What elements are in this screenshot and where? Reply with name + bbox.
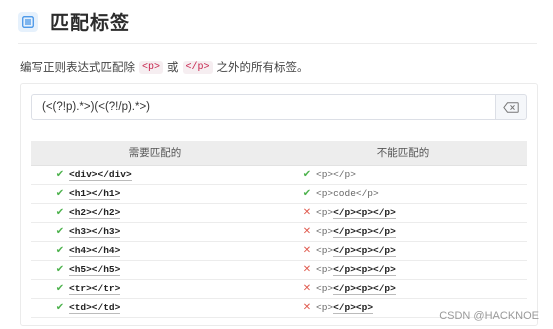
matched-text: </p><p> [333, 302, 374, 314]
matched-text: </p><p></p> [333, 207, 396, 219]
description-code-open-p: <p> [139, 60, 164, 74]
matched-text: </p><p></p> [333, 226, 396, 238]
regex-input[interactable] [31, 94, 495, 120]
check-icon: ✔ [302, 188, 312, 199]
table-row: ✔ <tr></tr> ✕ <p></p><p></p> [31, 279, 527, 299]
cross-icon: ✕ [302, 245, 312, 256]
should-not-match-cell: ✕ <p></p><p></p> [279, 203, 527, 223]
should-match-cell: ✔ <h4></h4> [31, 241, 279, 261]
matched-text: <td></td> [69, 302, 121, 314]
should-not-match-cell: ✕ <p></p><p></p> [279, 260, 527, 280]
should-match-cell: ✔ <h2></h2> [31, 203, 279, 223]
cross-icon: ✕ [302, 264, 312, 275]
unmatched-text: <p></p> [316, 169, 356, 180]
description-code-close-p: </p> [182, 60, 213, 74]
table-header-row: 需要匹配的 不能匹配的 [31, 141, 527, 166]
unmatched-text: <p>code</p> [316, 188, 379, 199]
check-icon: ✔ [55, 169, 65, 180]
should-not-match-cell: ✔ <p>code</p> [279, 184, 527, 204]
check-icon: ✔ [55, 188, 65, 199]
unmatched-prefix: <p> [316, 207, 334, 218]
should-match-cell: ✔ <h3></h3> [31, 222, 279, 242]
table-row: ✔ <h3></h3> ✕ <p></p><p></p> [31, 222, 527, 242]
unmatched-prefix: <p> [316, 302, 334, 313]
table-row: ✔ <h2></h2> ✕ <p></p><p></p> [31, 203, 527, 223]
matched-text: <div></div> [69, 169, 132, 181]
unmatched-prefix: <p> [316, 226, 334, 237]
matched-text: <h5></h5> [69, 264, 121, 276]
match-table: 需要匹配的 不能匹配的 ✔ <div></div> ✔ <p></p> ✔ <h1></h… [31, 141, 527, 318]
table-row: ✔ <h1></h1> ✔ <p>code</p> [31, 184, 527, 204]
check-icon: ✔ [55, 302, 65, 313]
cross-icon: ✕ [302, 207, 312, 218]
header-should-match: 需要匹配的 [31, 141, 279, 166]
description-suffix: 之外的所有标签。 [216, 62, 309, 74]
matched-text: </p><p></p> [333, 245, 396, 257]
should-not-match-cell: ✕ <p></p><p></p> [279, 222, 527, 242]
should-match-cell: ✔ <h1></h1> [31, 184, 279, 204]
should-not-match-cell: ✕ <p></p><p></p> [279, 241, 527, 261]
matched-text: <tr></tr> [69, 283, 121, 295]
regex-input-group [31, 94, 527, 120]
page-title: 匹配标签 [50, 13, 131, 34]
check-icon: ✔ [55, 226, 65, 237]
header-should-not-match: 不能匹配的 [279, 141, 527, 166]
unmatched-prefix: <p> [316, 283, 334, 294]
check-icon: ✔ [55, 207, 65, 218]
cross-icon: ✕ [302, 283, 312, 294]
matched-text: <h3></h3> [69, 226, 121, 238]
check-icon: ✔ [55, 245, 65, 256]
check-icon: ✔ [55, 283, 65, 294]
page-header: 匹配标签 [18, 8, 130, 35]
should-match-cell: ✔ <td></td> [31, 298, 279, 318]
matched-text: </p><p></p> [333, 264, 396, 276]
description-prefix: 编写正则表达式匹配除 [20, 62, 135, 74]
matched-text: </p><p></p> [333, 283, 396, 295]
should-match-cell: ✔ <div></div> [31, 165, 279, 185]
cross-icon: ✕ [302, 302, 312, 313]
table-row: ✔ <h4></h4> ✕ <p></p><p></p> [31, 241, 527, 261]
table-row: ✔ <h5></h5> ✕ <p></p><p></p> [31, 260, 527, 280]
backspace-clear-icon [503, 101, 519, 113]
matched-text: <h4></h4> [69, 245, 121, 257]
matched-text: <h2></h2> [69, 207, 121, 219]
task-description: 编写正则表达式匹配除 <p> 或 </p> 之外的所有标签。 [20, 59, 309, 75]
watermark: CSDN @HACKNOE [439, 310, 539, 322]
document-list-icon [18, 11, 38, 32]
cross-icon: ✕ [302, 226, 312, 237]
should-not-match-cell: ✔ <p></p> [279, 165, 527, 185]
should-not-match-cell: ✕ <p></p><p></p> [279, 279, 527, 299]
description-middle: 或 [167, 62, 179, 74]
regex-panel: 需要匹配的 不能匹配的 ✔ <div></div> ✔ <p></p> ✔ <h1></h… [20, 83, 538, 326]
table-row: ✔ <div></div> ✔ <p></p> [31, 165, 527, 185]
should-match-cell: ✔ <tr></tr> [31, 279, 279, 299]
should-match-cell: ✔ <h5></h5> [31, 260, 279, 280]
check-icon: ✔ [302, 169, 312, 180]
clear-button[interactable] [495, 94, 527, 120]
header-divider [18, 43, 537, 44]
matched-text: <h1></h1> [69, 188, 121, 200]
check-icon: ✔ [55, 264, 65, 275]
unmatched-prefix: <p> [316, 245, 334, 256]
unmatched-prefix: <p> [316, 264, 334, 275]
